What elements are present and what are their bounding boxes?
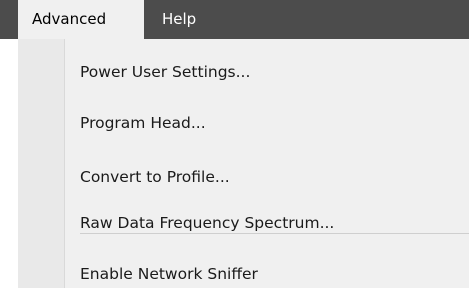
menu-bar: Advanced Help <box>0 0 469 39</box>
menu-advanced[interactable]: Advanced <box>18 0 144 39</box>
menu-icon-gutter <box>18 39 64 288</box>
menu-item-program-head[interactable]: Program Head... <box>80 109 206 137</box>
advanced-dropdown-menu: Power User Settings... Program Head... C… <box>18 39 469 288</box>
menu-help[interactable]: Help <box>158 0 200 39</box>
menu-item-convert-to-profile[interactable]: Convert to Profile... <box>80 163 230 191</box>
menu-item-power-user-settings[interactable]: Power User Settings... <box>80 58 250 86</box>
gutter-divider <box>64 39 65 288</box>
menu-item-enable-network-sniffer[interactable]: Enable Network Sniffer <box>80 260 258 288</box>
menu-item-raw-data-frequency-spectrum[interactable]: Raw Data Frequency Spectrum... <box>80 209 334 237</box>
app-window: Advanced Help Power User Settings... Pro… <box>0 0 469 288</box>
